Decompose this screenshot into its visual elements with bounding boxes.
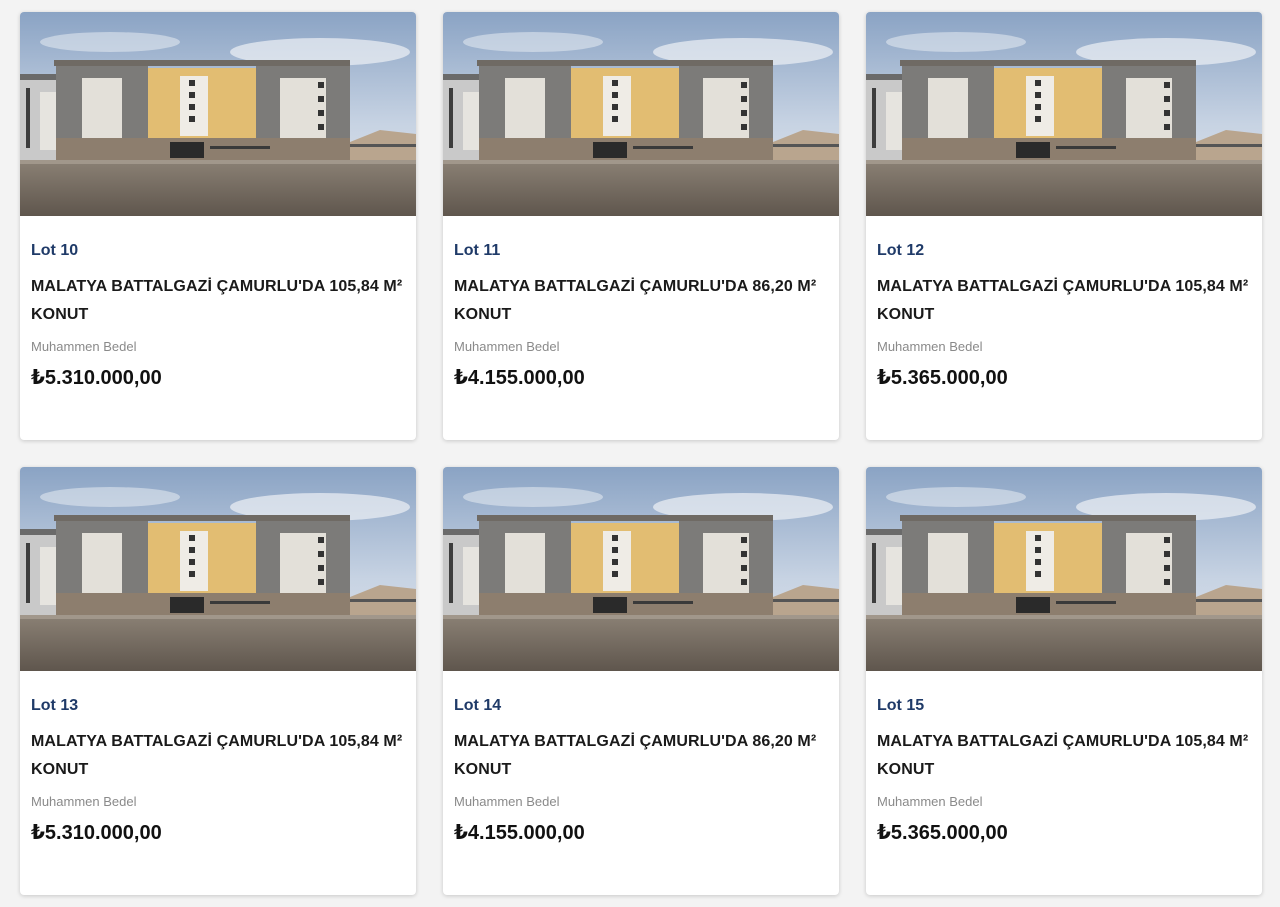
price-value: ₺5.310.000,00 bbox=[31, 367, 162, 389]
lot-number: Lot 14 bbox=[454, 697, 502, 714]
building-photo[interactable] bbox=[20, 467, 416, 671]
listing-title[interactable]: MALATYA BATTALGAZİ ÇAMURLU'DA 105,84 M² … bbox=[877, 273, 1251, 329]
building-photo[interactable] bbox=[20, 12, 416, 216]
price-label: Muhammen Bedel bbox=[454, 794, 560, 809]
lot-number: Lot 10 bbox=[31, 242, 79, 259]
listing-title[interactable]: MALATYA BATTALGAZİ ÇAMURLU'DA 86,20 M² K… bbox=[454, 273, 828, 329]
price-value: ₺4.155.000,00 bbox=[454, 822, 585, 844]
lot-number: Lot 13 bbox=[31, 697, 79, 714]
price-value: ₺5.365.000,00 bbox=[877, 822, 1008, 844]
price-label: Muhammen Bedel bbox=[877, 794, 983, 809]
building-photo[interactable] bbox=[866, 467, 1262, 671]
lot-number: Lot 12 bbox=[877, 242, 925, 259]
price-label: Muhammen Bedel bbox=[31, 794, 137, 809]
building-photo[interactable] bbox=[443, 12, 839, 216]
listing-grid: Lot 10 MALATYA BATTALGAZİ ÇAMURLU'DA 105… bbox=[0, 0, 1280, 907]
listing-title[interactable]: MALATYA BATTALGAZİ ÇAMURLU'DA 105,84 M² … bbox=[877, 728, 1251, 784]
price-value: ₺4.155.000,00 bbox=[454, 367, 585, 389]
listing-card[interactable]: Lot 12 MALATYA BATTALGAZİ ÇAMURLU'DA 105… bbox=[866, 12, 1262, 440]
listing-title[interactable]: MALATYA BATTALGAZİ ÇAMURLU'DA 86,20 M² K… bbox=[454, 728, 828, 784]
price-label: Muhammen Bedel bbox=[877, 339, 983, 354]
lot-number: Lot 11 bbox=[454, 242, 501, 259]
price-label: Muhammen Bedel bbox=[31, 339, 137, 354]
lot-number: Lot 15 bbox=[877, 697, 925, 714]
listing-card[interactable]: Lot 15 MALATYA BATTALGAZİ ÇAMURLU'DA 105… bbox=[866, 467, 1262, 895]
price-value: ₺5.365.000,00 bbox=[877, 367, 1008, 389]
listing-card[interactable]: Lot 10 MALATYA BATTALGAZİ ÇAMURLU'DA 105… bbox=[20, 12, 416, 440]
listing-title[interactable]: MALATYA BATTALGAZİ ÇAMURLU'DA 105,84 M² … bbox=[31, 273, 405, 329]
building-photo[interactable] bbox=[866, 12, 1262, 216]
listing-card[interactable]: Lot 13 MALATYA BATTALGAZİ ÇAMURLU'DA 105… bbox=[20, 467, 416, 895]
listing-title[interactable]: MALATYA BATTALGAZİ ÇAMURLU'DA 105,84 M² … bbox=[31, 728, 405, 784]
listing-card[interactable]: Lot 11 MALATYA BATTALGAZİ ÇAMURLU'DA 86,… bbox=[443, 12, 839, 440]
price-label: Muhammen Bedel bbox=[454, 339, 560, 354]
building-photo[interactable] bbox=[443, 467, 839, 671]
listing-card[interactable]: Lot 14 MALATYA BATTALGAZİ ÇAMURLU'DA 86,… bbox=[443, 467, 839, 895]
price-value: ₺5.310.000,00 bbox=[31, 822, 162, 844]
